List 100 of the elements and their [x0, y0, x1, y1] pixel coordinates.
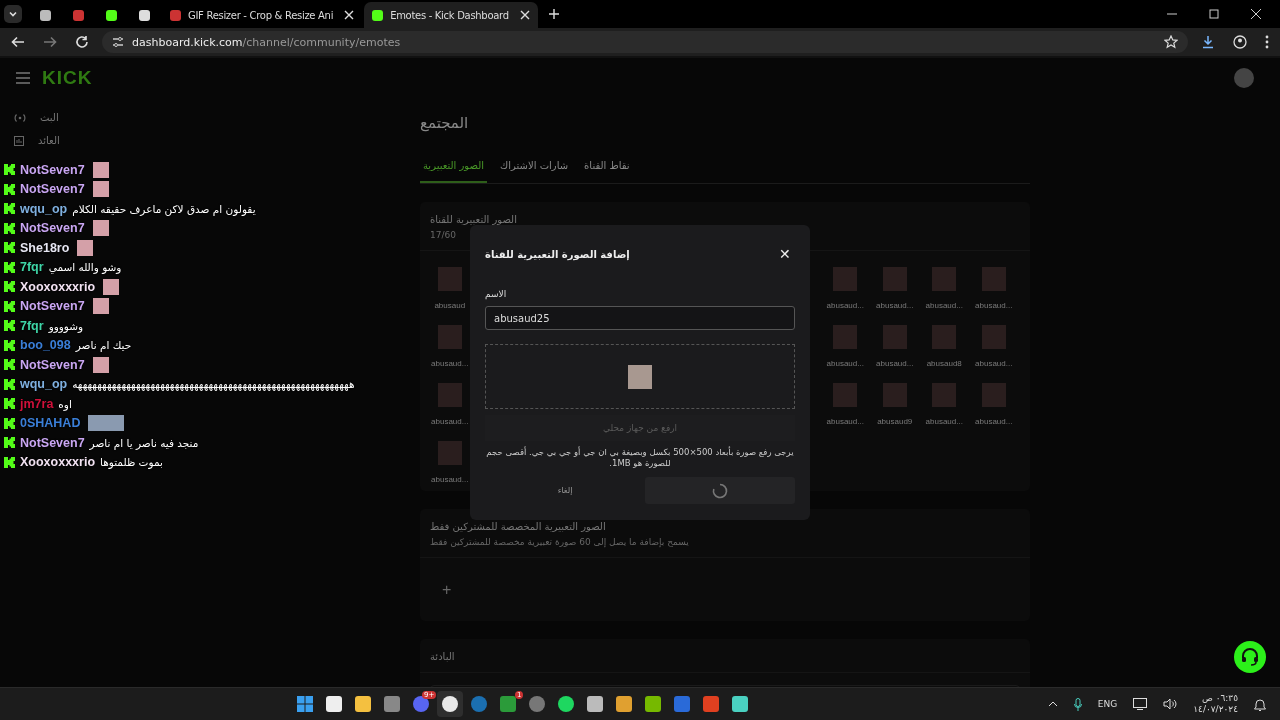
chat-username: Xooxoxxxrio: [20, 455, 96, 470]
emote-thumbnail[interactable]: [932, 383, 957, 407]
chat-username: 7fqr: [20, 318, 44, 333]
clock-date[interactable]: ١٤/٠٧/٢٠٢٤: [1193, 704, 1238, 715]
chat-message: يقولون ام صدق لاكن ماعرف حقيقه الكلام: [72, 202, 256, 215]
kick-badge-icon: [4, 242, 15, 254]
emote-thumbnail[interactable]: [882, 267, 907, 291]
chevron-down-icon: [8, 9, 18, 19]
emote-thumbnail[interactable]: [932, 325, 957, 349]
emote-name: abusaud...: [975, 301, 1013, 310]
kick-badge-icon: [4, 183, 15, 195]
tab-search-button[interactable]: [4, 5, 22, 23]
emote-thumbnail[interactable]: [833, 267, 858, 291]
emote-thumbnail[interactable]: [833, 325, 858, 349]
emote-image: [92, 298, 109, 315]
favicon-icon: [372, 9, 384, 21]
chat-username: She18ro: [20, 240, 70, 255]
emote-thumbnail[interactable]: [437, 383, 462, 407]
browser-tab[interactable]: Emotes - Kick Dashboard: [364, 2, 538, 28]
kick-badge-icon: [4, 222, 15, 234]
logo[interactable]: KICK: [42, 67, 93, 89]
kick-badge-icon: [4, 359, 15, 371]
close-tab-icon[interactable]: [519, 10, 530, 20]
address-bar[interactable]: dashboard.kick.com/channel/community/emotes: [102, 31, 1188, 53]
kick-badge-icon: [4, 378, 15, 390]
page-tab[interactable]: نقاط القناة: [581, 154, 633, 183]
page-tab[interactable]: شارات الاشتراك: [497, 154, 572, 183]
emote-thumbnail[interactable]: [981, 325, 1006, 349]
kick-badge-icon: [4, 281, 15, 293]
field-label: الاسم: [485, 289, 507, 299]
chat-username: 7fqr: [20, 260, 44, 275]
chat-message: حيك ام ناصر: [75, 339, 132, 352]
chat-username: jm7ra: [20, 396, 54, 411]
bookmark-star-icon[interactable]: [1164, 35, 1178, 49]
chart-icon: [14, 135, 24, 146]
emote-name: abusaud...: [826, 417, 864, 426]
chat-username: wqu_op: [20, 377, 68, 392]
language-indicator[interactable]: ENG: [1091, 699, 1124, 709]
kick-badge-icon: [4, 203, 15, 215]
emote-count: 17/60: [430, 230, 456, 240]
site-settings-icon[interactable]: [112, 36, 124, 48]
chat-message: اوه: [58, 397, 72, 410]
emote-thumbnail[interactable]: [833, 383, 858, 407]
emote-name: abusaud...: [431, 475, 469, 484]
page-tab[interactable]: الصور التعبيرية: [420, 154, 488, 183]
taskbar-app-icon[interactable]: [437, 691, 464, 717]
kick-badge-icon: [4, 320, 15, 332]
name-input-field[interactable]: abusaud25: [485, 306, 795, 330]
chat-message: منجد فيه ناصر يا ام ناصر: [89, 436, 199, 449]
clock-time[interactable]: ٠٦:٣٥ ص: [1201, 693, 1238, 704]
favicon-icon: [73, 9, 84, 21]
emote-name: abusaud...: [826, 359, 864, 368]
photo-placeholder: [628, 364, 652, 389]
chat-username: NotSeven7: [20, 221, 85, 236]
emote-name: abusaud...: [431, 417, 469, 426]
chat-message: وشو والله اسمي: [48, 261, 122, 274]
emote-thumbnail[interactable]: [981, 383, 1006, 407]
emote-thumbnail[interactable]: [882, 325, 907, 349]
emote-image: [92, 220, 109, 237]
emote-name: abusaud...: [975, 417, 1013, 426]
emote-name: abusaud8: [926, 359, 962, 368]
emote-thumbnail[interactable]: [437, 325, 462, 349]
kick-badge-icon: [4, 417, 15, 429]
upload-hint: يرجى رفع صورة بأبعاد 500×500 بكسل وبصيغة بي ان جي أو جي بي جي. أقصى حجم للصورة هو 1MB.: [485, 447, 795, 470]
emote-name: abusaud...: [431, 359, 469, 368]
emote-image: [103, 278, 120, 295]
card-title: الصور التعبيرية للقناة: [430, 214, 517, 225]
emote-name: abusaud: [434, 301, 466, 310]
cancel-button[interactable]: إلغاء: [485, 485, 645, 497]
chat-username: boo_098: [20, 338, 71, 353]
close-button[interactable]: ✕: [775, 246, 795, 262]
page-title: المجتمع: [420, 114, 469, 132]
emote-thumbnail[interactable]: [932, 267, 957, 291]
emote-thumbnail[interactable]: [437, 267, 462, 291]
emote-thumbnail[interactable]: [437, 441, 462, 465]
kick-badge-icon: [4, 339, 15, 351]
kick-badge-icon: [4, 437, 15, 449]
emote-thumbnail[interactable]: [882, 383, 907, 407]
emote-image: [77, 239, 94, 256]
sidebar-item[interactable]: البث: [40, 112, 59, 123]
close-tab-icon[interactable]: [344, 10, 355, 20]
emote-name: abusaud...: [925, 417, 963, 426]
upload-dropzone[interactable]: [485, 344, 795, 409]
chat-message: هههههههههههههههههههههههههههههههههههههههههههههههههههههههههه: [72, 378, 355, 391]
broadcast-icon: [14, 112, 26, 123]
add-emote-button[interactable]: +: [436, 581, 458, 599]
chat-username: Xooxoxxxrio: [20, 279, 96, 294]
chat-username: NotSeven7: [20, 357, 85, 372]
emote-image: [88, 415, 125, 432]
sidebar-item[interactable]: العائد: [38, 135, 60, 146]
favicon-icon: [139, 9, 150, 21]
browser-tab[interactable]: GIF Resizer - Crop & Resize Ani: [162, 2, 363, 28]
kick-badge-icon: [4, 398, 15, 410]
kick-badge-icon: [4, 261, 15, 273]
headset-icon: [1240, 647, 1260, 667]
emote-thumbnail[interactable]: [981, 267, 1006, 291]
support-button[interactable]: [1234, 641, 1266, 673]
dialog-title: إضافة الصورة التعبيرية للقناة: [485, 248, 630, 260]
kick-badge-icon: [4, 300, 15, 312]
emote-image: [92, 356, 109, 373]
